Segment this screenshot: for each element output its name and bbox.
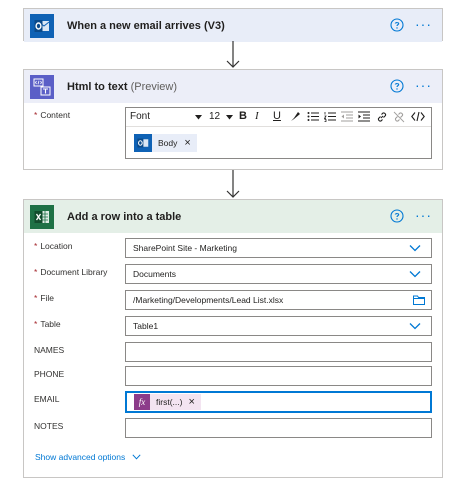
help-icon[interactable]: [390, 18, 404, 32]
code-view-icon[interactable]: [411, 111, 425, 122]
more-options-button[interactable]: ···: [415, 17, 432, 31]
html-to-text-card-header[interactable]: Html to text (Preview) ···: [24, 70, 442, 103]
notes-label: NOTES: [34, 421, 64, 431]
body-token-label: Body: [158, 138, 178, 148]
link-icon[interactable]: [376, 111, 388, 123]
location-row: * Location SharePoint Site - Marketing: [24, 238, 442, 258]
remove-token-button[interactable]: ×: [188, 396, 194, 408]
expression-token[interactable]: fx first(...) ×: [134, 394, 201, 410]
location-dropdown[interactable]: SharePoint Site - Marketing: [125, 238, 432, 258]
add-row-title: Add a row into a table: [67, 210, 182, 223]
font-size-value: 12: [209, 111, 221, 122]
decrease-indent-icon[interactable]: [341, 111, 353, 122]
required-mark: *: [34, 319, 38, 329]
chevron-down-icon: [132, 454, 141, 460]
font-size-dropdown[interactable]: 12: [209, 111, 233, 122]
expression-token-label: first(...): [156, 397, 183, 407]
show-advanced-options-link[interactable]: Show advanced options: [35, 452, 141, 462]
email-input[interactable]: fx first(...) ×: [125, 391, 432, 413]
more-options-button[interactable]: ···: [415, 208, 432, 222]
font-family-value: Font: [130, 111, 151, 122]
document-library-label-text: Document Library: [40, 267, 108, 277]
excel-icon: [30, 204, 54, 229]
html-to-text-icon: [30, 74, 54, 99]
phone-label: PHONE: [34, 369, 65, 379]
table-value: Table1: [133, 321, 159, 331]
increase-indent-icon[interactable]: [358, 111, 370, 122]
trigger-card-header[interactable]: When a new email arrives (V3) ···: [24, 9, 442, 42]
fx-icon: fx: [134, 394, 150, 410]
content-editor[interactable]: Font 12 B I U Body ×: [125, 107, 432, 159]
content-label-text: Content: [40, 110, 71, 120]
content-label: * Content: [34, 110, 70, 120]
html-to-text-title: Html to text (Preview): [67, 81, 177, 93]
required-mark: *: [34, 241, 38, 251]
table-label-text: Table: [40, 319, 61, 329]
connector-arrow: [226, 170, 240, 198]
names-input[interactable]: [125, 342, 432, 362]
file-picker[interactable]: /Marketing/Developments/Lead List.xlsx: [125, 290, 432, 310]
show-advanced-options-label: Show advanced options: [35, 452, 126, 462]
chevron-down-icon: [409, 245, 421, 252]
highlight-icon[interactable]: [290, 111, 301, 122]
body-token[interactable]: Body ×: [134, 134, 197, 152]
file-label: * File: [34, 293, 54, 303]
document-library-row: * Document Library Documents: [24, 264, 442, 284]
document-library-label: * Document Library: [34, 267, 107, 277]
email-label: EMAIL: [34, 394, 60, 404]
location-label: * Location: [34, 241, 72, 251]
underline-button[interactable]: U: [273, 110, 281, 122]
file-row: * File /Marketing/Developments/Lead List.…: [24, 290, 442, 310]
html-to-text-card[interactable]: Html to text (Preview) ··· * Content Font…: [23, 69, 443, 170]
table-row: * Table Table1: [24, 316, 442, 336]
font-family-dropdown[interactable]: Font: [130, 111, 202, 122]
chevron-down-icon: [409, 323, 421, 330]
notes-row: NOTES: [24, 418, 442, 438]
outlook-icon: [134, 134, 152, 152]
help-icon[interactable]: [390, 79, 404, 93]
bold-button[interactable]: B: [239, 110, 247, 122]
chevron-down-icon: [409, 271, 421, 278]
phone-input[interactable]: [125, 366, 432, 386]
table-dropdown[interactable]: Table1: [125, 316, 432, 336]
rich-text-toolbar: Font 12 B I U: [126, 108, 431, 127]
phone-row: PHONE: [24, 366, 442, 386]
names-label: NAMES: [34, 345, 65, 355]
preview-label: (Preview): [130, 80, 178, 93]
connector-arrow: [226, 41, 240, 68]
document-library-dropdown[interactable]: Documents: [125, 264, 432, 284]
file-value: /Marketing/Developments/Lead List.xlsx: [133, 295, 284, 305]
numbered-list-icon[interactable]: [324, 111, 336, 122]
chevron-down-icon: [226, 115, 233, 120]
notes-input[interactable]: [125, 418, 432, 438]
remove-token-button[interactable]: ×: [184, 137, 190, 149]
required-mark: *: [34, 293, 38, 303]
italic-button[interactable]: I: [255, 110, 259, 122]
help-icon[interactable]: [390, 209, 404, 223]
add-row-card[interactable]: Add a row into a table ··· * Location Sha…: [23, 199, 443, 478]
required-mark: *: [34, 110, 38, 120]
chevron-down-icon: [195, 115, 202, 120]
document-library-value: Documents: [133, 269, 176, 279]
required-mark: *: [34, 267, 38, 277]
folder-icon[interactable]: [413, 295, 425, 305]
outlook-icon: [30, 13, 54, 38]
unlink-icon[interactable]: [393, 111, 405, 123]
add-row-card-header[interactable]: Add a row into a table ···: [24, 200, 442, 233]
trigger-card[interactable]: When a new email arrives (V3) ···: [23, 8, 443, 42]
location-value: SharePoint Site - Marketing: [133, 243, 237, 253]
file-label-text: File: [40, 293, 55, 303]
location-label-text: Location: [40, 241, 73, 251]
html-to-text-title-main: Html to text: [67, 80, 128, 93]
fx-icon-label: fx: [138, 397, 146, 407]
names-row: NAMES: [24, 342, 442, 362]
trigger-title: When a new email arrives (V3): [67, 19, 225, 32]
email-row: EMAIL fx first(...) ×: [24, 391, 442, 413]
more-options-button[interactable]: ···: [415, 78, 432, 92]
table-label: * Table: [34, 319, 61, 329]
bullet-list-icon[interactable]: [307, 111, 319, 122]
